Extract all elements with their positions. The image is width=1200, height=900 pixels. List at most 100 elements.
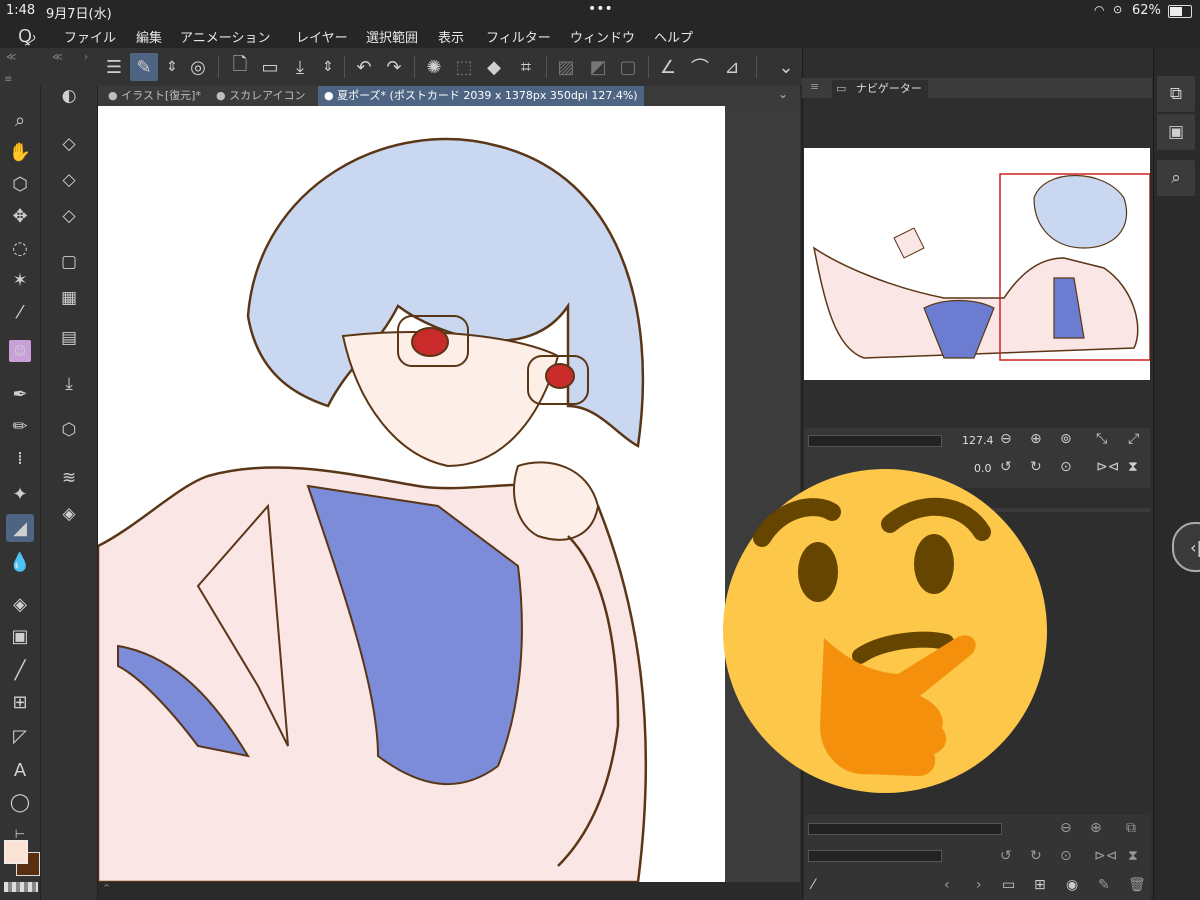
menu-edit[interactable]: 編集: [136, 27, 162, 46]
bar-rotate-left-icon[interactable]: ↺: [1000, 848, 1012, 864]
select-all-icon[interactable]: ⬚: [450, 53, 478, 81]
bar-eyedropper-icon[interactable]: ⁄: [812, 877, 814, 893]
filmstrip-icon[interactable]: ▤: [55, 324, 83, 352]
gradient-icon[interactable]: ▣: [6, 622, 34, 650]
opacity-bar[interactable]: [808, 850, 942, 862]
layers-icon[interactable]: ◈: [55, 500, 83, 528]
tab-summer-pose[interactable]: ● 夏ポーズ* (ポストカード 2039 x 1378px 350dpi 127…: [318, 86, 644, 106]
zoom-out-icon[interactable]: ⊖: [1000, 431, 1012, 447]
flip-vertical-icon[interactable]: ⧗: [1128, 459, 1138, 475]
eyedropper-icon[interactable]: ⁄: [6, 298, 34, 326]
tool-palette-menu-icon[interactable]: ≡: [4, 74, 12, 85]
grid-icon[interactable]: ▦: [55, 284, 83, 312]
new-file-icon[interactable]: 🗋: [226, 53, 254, 81]
pen-icon[interactable]: ✒: [6, 380, 34, 408]
line-icon[interactable]: ⊿: [718, 53, 746, 81]
open-folder-icon[interactable]: ▭: [256, 53, 284, 81]
bar-trash-icon[interactable]: 🗑: [1128, 877, 1146, 893]
menu-view[interactable]: 表示: [438, 27, 464, 46]
ruler-icon[interactable]: ◸: [6, 722, 34, 750]
brush-tip-icon[interactable]: ⌒: [686, 53, 714, 81]
border-icon[interactable]: ▢: [614, 53, 642, 81]
main-color-swatch[interactable]: [4, 840, 28, 864]
line-tool-icon[interactable]: ╱: [6, 656, 34, 684]
flip-horizontal-icon[interactable]: ⊳⊲: [1096, 459, 1119, 475]
multitask-dots[interactable]: •••: [588, 1, 613, 17]
menu-animation[interactable]: アニメーション: [180, 27, 270, 46]
zoom-in-icon[interactable]: ⊕: [1030, 431, 1042, 447]
expand-icon[interactable]: ⌄: [772, 53, 800, 81]
bar-flip-h-icon[interactable]: ⊳⊲: [1094, 848, 1117, 864]
sticker-icon[interactable]: ☺: [9, 340, 31, 362]
drawing-canvas[interactable]: [96, 106, 725, 884]
bar-folder-icon[interactable]: ▭: [1002, 877, 1015, 893]
fit-icon[interactable]: ⤡: [1096, 431, 1107, 447]
sub-tool-arrows-icon[interactable]: ⇕: [158, 53, 186, 81]
pencil-icon[interactable]: ✏: [6, 412, 34, 440]
bar-rotate-reset-icon[interactable]: ⊙: [1060, 848, 1072, 864]
spiral-icon[interactable]: ◎: [184, 53, 212, 81]
bar-fit-icon[interactable]: ⧉: [1126, 820, 1136, 836]
frame-icon[interactable]: ⊞: [6, 688, 34, 716]
airbrush-icon[interactable]: ⁞: [6, 444, 34, 472]
zoom-reset-icon[interactable]: ⊚: [1060, 431, 1072, 447]
import-icon[interactable]: ⤓: [55, 370, 83, 398]
hand-icon[interactable]: ✋: [6, 138, 34, 166]
panel-toggle-left-icon[interactable]: ≪: [6, 52, 16, 63]
menu-help[interactable]: ヘルプ: [654, 27, 693, 46]
sparkle-icon[interactable]: ✦: [6, 480, 34, 508]
fill-bucket-icon[interactable]: ◈: [6, 590, 34, 618]
material-panel-icon[interactable]: ▣: [1157, 114, 1195, 150]
object-icon[interactable]: ⬡: [6, 170, 34, 198]
eraser-vector-icon[interactable]: ◇: [55, 202, 83, 230]
transform-icon[interactable]: ⌗: [512, 53, 540, 81]
magic-wand-icon[interactable]: ✶: [6, 266, 34, 294]
menu-layer[interactable]: レイヤー: [296, 27, 348, 46]
panel-toggle-left2-icon[interactable]: ≪: [52, 52, 62, 63]
tab-illust[interactable]: ● イラスト[復元]*: [102, 86, 207, 106]
blend-icon[interactable]: 💧: [6, 548, 34, 576]
3d-box-icon[interactable]: ⬡: [55, 416, 83, 444]
fill-icon[interactable]: ◆: [480, 53, 508, 81]
fullscreen-icon[interactable]: ⤢: [1128, 431, 1139, 447]
bar-flip-v-icon[interactable]: ⧗: [1128, 848, 1138, 864]
menu-icon[interactable]: ☰: [100, 53, 128, 81]
arrows-icon[interactable]: ⇕: [314, 53, 342, 81]
menu-selection[interactable]: 選択範囲: [366, 27, 418, 46]
flip-icon[interactable]: ◩: [584, 53, 612, 81]
text-icon[interactable]: A: [6, 756, 34, 784]
bar-zoom-out-icon[interactable]: ⊖: [1060, 820, 1072, 836]
tab-list-chevron-icon[interactable]: ⌄: [778, 87, 788, 101]
navigator-preview[interactable]: [804, 148, 1151, 380]
clear-icon[interactable]: ▨: [552, 53, 580, 81]
view-rotate-icon[interactable]: ◐: [55, 82, 83, 110]
tab-icon[interactable]: ● スカレアイコン: [210, 86, 312, 106]
panel-toggle-right-icon[interactable]: ›: [84, 52, 88, 63]
zoom-icon[interactable]: ⌕: [6, 106, 34, 134]
menu-file[interactable]: ファイル: [64, 27, 116, 46]
ruler-pen-icon[interactable]: ∠: [654, 53, 682, 81]
balloon-icon[interactable]: ◯: [6, 788, 34, 816]
next-arrow-icon[interactable]: ›: [976, 877, 982, 893]
lasso-icon[interactable]: ◌: [6, 234, 34, 262]
menu-window[interactable]: ウィンドウ: [570, 27, 635, 46]
layer-panel-icon[interactable]: ⧉: [1157, 76, 1195, 112]
layer-stack-icon[interactable]: ≋: [55, 464, 83, 492]
bar-edit-icon[interactable]: ✎: [1098, 877, 1110, 893]
eraser-icon[interactable]: ◢: [6, 514, 34, 542]
eraser-soft-icon[interactable]: ◇: [55, 166, 83, 194]
navigator-menu-icon[interactable]: ≡: [810, 80, 819, 93]
save-icon[interactable]: ⤓: [286, 53, 314, 81]
bar-rotate-right-icon[interactable]: ↻: [1030, 848, 1042, 864]
brush-size-bar[interactable]: [808, 823, 1002, 835]
prev-arrow-icon[interactable]: ‹: [944, 877, 950, 893]
pen-settings-icon[interactable]: ✎: [130, 53, 158, 81]
eraser-hard-icon[interactable]: ◇: [55, 130, 83, 158]
bar-camera-icon[interactable]: ◉: [1066, 877, 1078, 893]
bar-new-layer-icon[interactable]: ⊞: [1034, 877, 1046, 893]
layer-mask-icon[interactable]: ▢: [55, 248, 83, 276]
app-logo-icon[interactable]: Ꝙ: [18, 24, 35, 48]
navigator-tab[interactable]: ▭ ナビゲーター: [832, 80, 928, 98]
menu-filter[interactable]: フィルター: [486, 27, 551, 46]
move-icon[interactable]: ✥: [6, 202, 34, 230]
